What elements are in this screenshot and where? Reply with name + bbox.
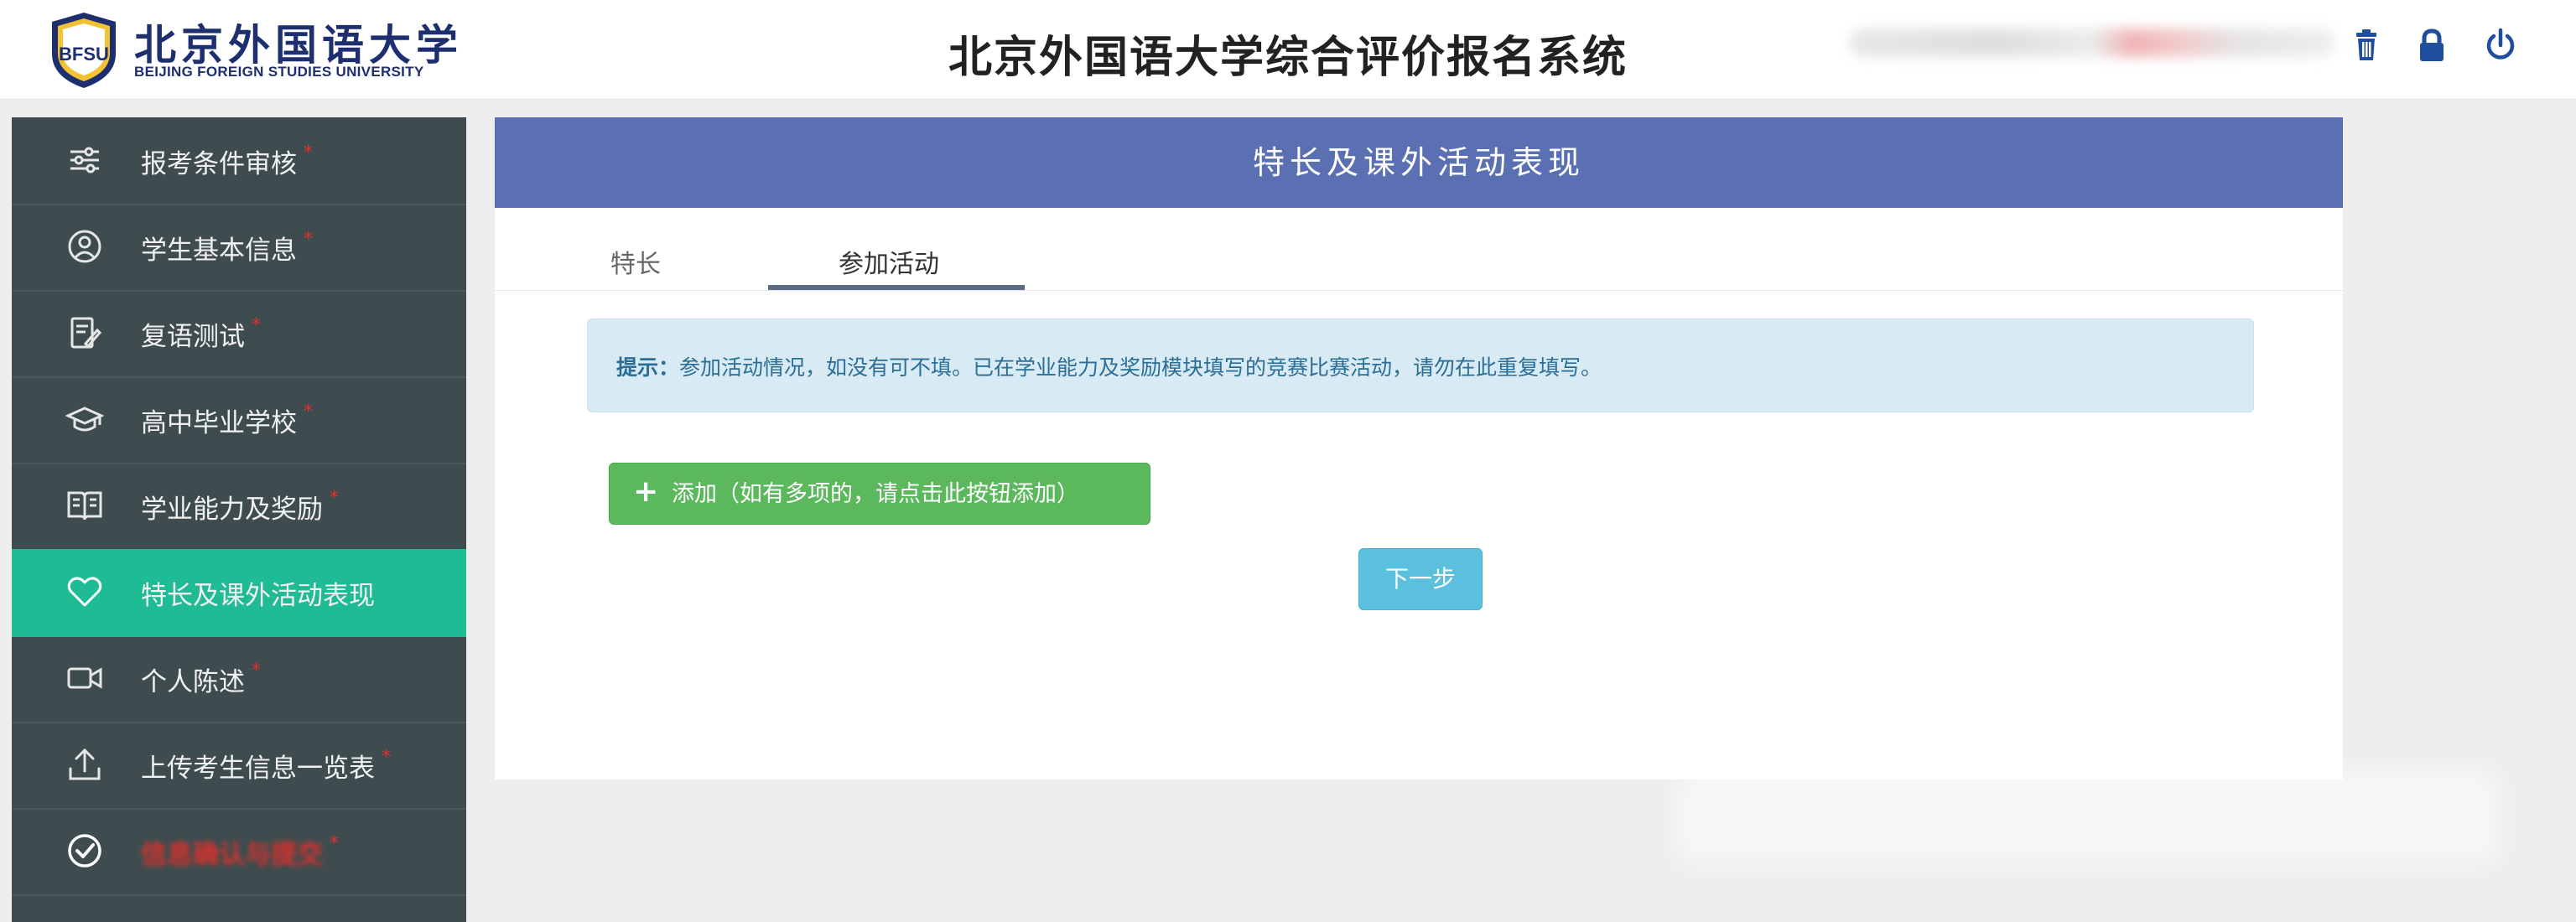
hint-alert: 提示：参加活动情况，如没有可不填。已在学业能力及奖励模块填写的竞赛比赛活动，请勿… [587,319,2254,412]
tab-talents[interactable]: 特长 [610,243,661,280]
graduation-cap-icon [65,400,104,438]
hint-prefix: 提示： [616,355,680,380]
tab-activities[interactable]: 参加活动 [839,243,939,280]
next-step-button[interactable]: 下一步 [1358,548,1483,610]
sidebar-item-label: 学业能力及奖励 [141,495,323,525]
sidebar-item-language-test[interactable]: 复语测试 * [12,290,466,378]
user-info-redacted [1849,28,2335,57]
power-icon[interactable] [2482,27,2519,64]
sidebar-item-eligibility-review[interactable]: 报考条件审核 * [12,117,466,205]
sidebar-item-label: 信息确认与提交 [141,840,323,870]
upload-icon [65,745,104,784]
hint-text: 参加活动情况，如没有可不填。已在学业能力及奖励模块填写的竞赛比赛活动，请勿在此重… [679,355,1602,380]
trash-icon[interactable] [2348,27,2385,64]
required-mark: * [330,833,339,854]
sidebar-item-label: 特长及课外活动表现 [141,581,375,611]
content-panel: 特长及课外活动表现 特长 参加活动 提示：参加活动情况，如没有可不填。已在学业能… [495,117,2343,780]
sidebar-item-label: 学生基本信息 [141,236,297,266]
sidebar-item-basic-info[interactable]: 学生基本信息 * [12,204,466,292]
sidebar-nav: 报考条件审核 * 学生基本信息 * 复语测试 * 高中毕业学校 * 学业能力及奖… [12,117,466,922]
lock-icon[interactable] [2413,27,2450,64]
sidebar-item-confirm-submit[interactable]: 信息确认与提交 * [12,808,466,896]
edit-document-icon [65,313,104,352]
check-circle-icon [65,831,104,870]
plus-icon: + [633,474,659,509]
top-header: BFSU 北京外国语大学 BEIJING FOREIGN STUDIES UNI… [0,0,2576,100]
add-activity-button[interactable]: + 添加（如有多项的，请点击此按钮添加） [609,463,1150,525]
sidebar-item-personal-statement[interactable]: 个人陈述 * [12,635,466,723]
required-mark: * [252,315,261,336]
required-mark: * [304,229,313,250]
panel-title: 特长及课外活动表现 [495,117,2343,208]
sidebar-item-talents-activities[interactable]: 特长及课外活动表现 [12,549,466,637]
required-mark: * [304,142,313,163]
sidebar-item-high-school[interactable]: 高中毕业学校 * [12,376,466,464]
video-camera-icon [65,659,104,697]
book-icon [65,486,104,525]
user-circle-icon [65,227,104,266]
heart-icon [65,572,104,611]
sidebar-item-label: 上传考生信息一览表 [141,754,375,784]
sidebar-item-label: 高中毕业学校 [141,408,297,438]
required-mark: * [304,401,313,422]
required-mark: * [252,660,261,681]
watermark-blur [1677,771,2499,863]
sidebar-item-label: 报考条件审核 [141,149,297,179]
required-mark: * [382,747,391,768]
required-mark: * [330,488,339,509]
tab-divider [495,290,2343,291]
sidebar-item-upload-info[interactable]: 上传考生信息一览表 * [12,722,466,810]
sidebar-item-label: 复语测试 [141,322,245,352]
sidebar-item-label: 个人陈述 [141,667,245,697]
sliders-icon [65,141,104,179]
sidebar-item-academic-awards[interactable]: 学业能力及奖励 * [12,463,466,551]
add-button-label: 添加（如有多项的，请点击此按钮添加） [672,481,1079,507]
